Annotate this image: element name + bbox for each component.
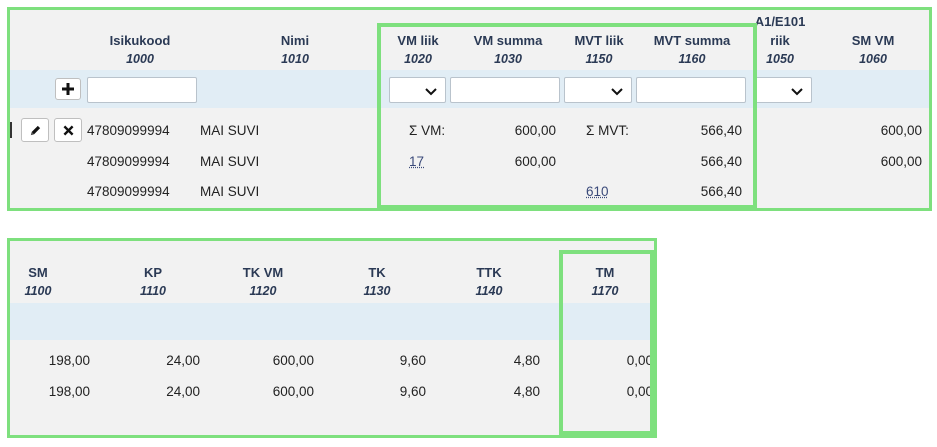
header-code: 1120: [249, 284, 277, 298]
header-nimi[interactable]: Nimi 1010: [260, 31, 330, 69]
header-label: TTK: [476, 265, 502, 280]
header-code: 1000: [126, 52, 154, 66]
cell-sm-vm: 600,00: [880, 154, 922, 169]
header-mvt-liik[interactable]: MVT liik 1150: [566, 31, 632, 69]
pencil-icon: [30, 125, 40, 135]
isikukood-filter-input[interactable]: [87, 77, 197, 103]
header-tk[interactable]: TK 1130: [349, 263, 405, 301]
add-row-button[interactable]: [55, 78, 81, 100]
cell-vm-summa: 600,00: [514, 123, 556, 138]
header-label: TK: [368, 265, 386, 280]
cell-mvt-summa: 566,40: [700, 123, 742, 138]
cell-nimi: MAI SUVI: [200, 123, 260, 138]
header-ttk[interactable]: TTK 1140: [461, 263, 517, 301]
header-code: 1140: [475, 284, 503, 298]
cell-mvt-summa: 566,40: [700, 154, 742, 169]
a1-e101-riik-filter-select[interactable]: [753, 77, 812, 103]
cell-tk: 9,60: [399, 353, 426, 368]
cell-kp: 24,00: [166, 384, 200, 399]
cell-tm: 0,00: [626, 353, 653, 368]
header-kp[interactable]: KP 1110: [125, 263, 181, 301]
mvt-liik-link[interactable]: 610: [586, 184, 609, 199]
bottom-table-panel: SM 1100 KP 1110 TK VM 1120 TK 1130 TTK 1…: [7, 238, 657, 438]
mvt-summa-filter-input[interactable]: [636, 77, 746, 103]
header-vm-summa[interactable]: VM summa 1030: [460, 31, 556, 69]
header-label: SM: [28, 265, 48, 280]
header-label: SM VM: [851, 33, 895, 48]
header-label: VM liik: [397, 33, 439, 48]
header-code: 1160: [678, 52, 706, 66]
chevron-down-icon: [611, 88, 623, 96]
vm-liik-link[interactable]: 17: [409, 154, 424, 169]
cell-nimi: MAI SUVI: [200, 154, 260, 169]
header-label: TK VM: [242, 265, 284, 280]
cell-tm: 0,00: [626, 384, 653, 399]
cell-mvt-summa: 566,40: [700, 184, 742, 199]
header-code: 1020: [404, 52, 432, 66]
header-tm[interactable]: TM 1170: [577, 263, 633, 301]
cell-sm-vm: 600,00: [880, 123, 922, 138]
cell-ttk: 4,80: [513, 384, 540, 399]
cell-isikukood: 47809099994: [87, 123, 170, 138]
cell-kp: 24,00: [166, 353, 200, 368]
top-table-panel: Isikukood 1000 Nimi 1010 VM liik 1020 VM…: [7, 7, 932, 211]
cell-isikukood: 47809099994: [87, 184, 170, 199]
cell-tk: 9,60: [399, 384, 426, 399]
cell-tk-vm: 600,00: [272, 384, 314, 399]
header-label: KP: [143, 265, 163, 280]
filter-row: [10, 303, 654, 340]
header-sm[interactable]: SM 1100: [10, 263, 66, 301]
header-vm-liik[interactable]: VM liik 1020: [385, 31, 451, 69]
mvt-liik-filter-select[interactable]: [564, 77, 632, 103]
cell-ttk: 4,80: [513, 353, 540, 368]
header-a1-e101-riik[interactable]: A1/E101 riik 1050: [745, 12, 815, 69]
header-label: Isikukood: [109, 33, 171, 48]
cell-sm: 198,00: [48, 353, 90, 368]
header-label: Nimi: [280, 33, 310, 48]
header-label: TM: [595, 265, 615, 280]
header-code: 1050: [766, 52, 794, 66]
header-mvt-summa[interactable]: MVT summa 1160: [640, 31, 744, 69]
edit-row-button[interactable]: [21, 118, 49, 142]
header-label: VM summa: [473, 33, 543, 48]
x-icon: [63, 125, 73, 135]
row-indicator: [10, 122, 12, 138]
header-code: 1100: [24, 284, 52, 298]
cell-sm: 198,00: [48, 384, 90, 399]
cell-vm-liik: Σ VM:: [409, 123, 446, 138]
filter-row: [10, 70, 929, 108]
vm-liik-filter-select[interactable]: [389, 77, 446, 103]
header-label: MVT summa: [653, 33, 731, 48]
header-isikukood[interactable]: Isikukood 1000: [105, 31, 175, 69]
header-code: 1130: [363, 284, 391, 298]
cell-nimi: MAI SUVI: [200, 184, 260, 199]
chevron-down-icon: [791, 88, 803, 96]
plus-icon: [62, 83, 74, 95]
header-tk-vm[interactable]: TK VM 1120: [235, 263, 291, 301]
header-code: 1110: [140, 284, 166, 298]
header-sm-vm[interactable]: SM VM 1060: [838, 31, 908, 69]
cell-isikukood: 47809099994: [87, 154, 170, 169]
header-code: 1060: [859, 52, 887, 66]
cell-mvt-liik: Σ MVT:: [586, 123, 629, 138]
header-label: A1/E101 riik: [754, 14, 806, 48]
header-code: 1170: [591, 284, 619, 298]
delete-row-button[interactable]: [54, 118, 82, 142]
header-label: MVT liik: [574, 33, 624, 48]
cell-tk-vm: 600,00: [272, 353, 314, 368]
header-code: 1010: [281, 52, 309, 66]
chevron-down-icon: [425, 88, 437, 96]
vm-summa-filter-input[interactable]: [450, 77, 560, 103]
cell-vm-summa: 600,00: [514, 154, 556, 169]
header-code: 1150: [585, 52, 613, 66]
header-code: 1030: [494, 52, 522, 66]
